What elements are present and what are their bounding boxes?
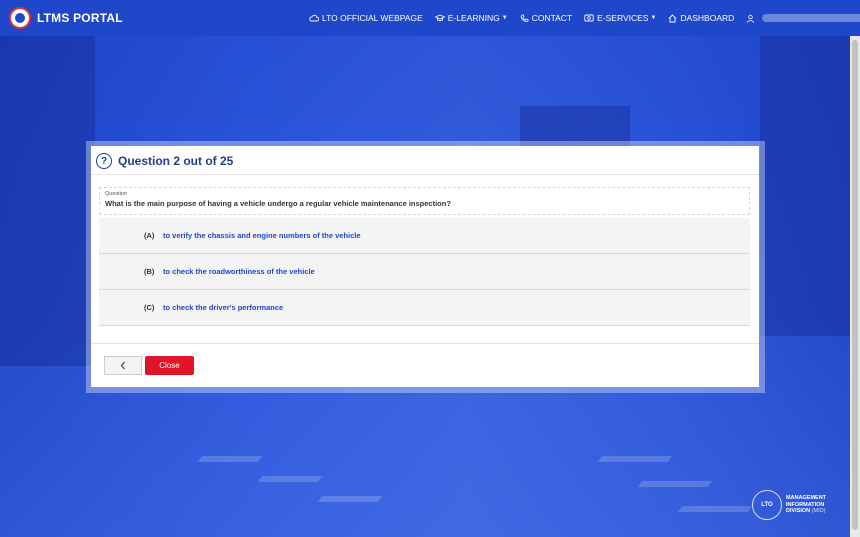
mid-badge-icon: LTO xyxy=(752,490,782,520)
nav-label: E-LEARNING xyxy=(447,13,500,23)
nav-label: E-SERVICES xyxy=(597,13,649,23)
chevron-left-icon xyxy=(120,361,125,370)
mid-line: MANAGEMENT xyxy=(786,495,827,502)
nav-user-account[interactable] xyxy=(746,14,860,23)
crosswalk-stripe xyxy=(637,481,713,487)
nav-e-learning[interactable]: E-LEARNING ▼ xyxy=(434,13,508,23)
nav-label: CONTACT xyxy=(531,13,573,23)
building-right xyxy=(760,36,850,336)
mid-abbr: (MID) xyxy=(811,508,826,515)
question-box: Question What is the main purpose of hav… xyxy=(99,187,750,215)
caret-down-icon: ▼ xyxy=(501,15,508,21)
choice-a[interactable]: (A) to verify the chassis and engine num… xyxy=(99,218,750,254)
header-divider xyxy=(91,174,759,175)
services-icon xyxy=(584,14,594,22)
graduation-cap-icon xyxy=(434,14,445,22)
nav-e-services[interactable]: E-SERVICES ▼ xyxy=(584,13,656,23)
scrollbar-thumb[interactable] xyxy=(852,40,858,530)
brand-title[interactable]: LTMS PORTAL xyxy=(37,11,123,25)
choice-letter: (A) xyxy=(144,231,155,240)
question-counter: Question 2 out of 25 xyxy=(118,154,234,168)
choice-text: to check the driver's performance xyxy=(163,303,284,312)
choice-letter: (C) xyxy=(144,303,155,312)
nav-menu: LTO OFFICIAL WEBPAGE E-LEARNING ▼ CONTAC… xyxy=(309,0,860,36)
cloud-icon xyxy=(309,14,319,22)
previous-question-button[interactable] xyxy=(104,356,142,375)
lto-logo[interactable] xyxy=(9,7,31,29)
crosswalk-stripe xyxy=(677,506,753,512)
user-icon xyxy=(746,14,755,23)
nav-contact[interactable]: CONTACT xyxy=(520,13,572,23)
crosswalk-stripe xyxy=(317,496,383,502)
building-left xyxy=(0,36,95,366)
nav-label: LTO OFFICIAL WEBPAGE xyxy=(322,13,423,23)
home-icon xyxy=(669,13,677,22)
footer-divider xyxy=(91,343,759,344)
page-scrollbar[interactable] xyxy=(850,36,860,537)
mid-text: MANAGEMENT INFORMATION DIVISION (MID) xyxy=(786,495,826,515)
choice-b[interactable]: (B) to check the roadworthiness of the v… xyxy=(99,254,750,290)
top-navbar: LTMS PORTAL LTO OFFICIAL WEBPAGE E-LEARN… xyxy=(0,0,860,36)
crosswalk-stripe xyxy=(257,476,323,482)
nav-dashboard[interactable]: DASHBOARD xyxy=(668,13,734,23)
mid-line: DIVISION xyxy=(786,508,811,515)
nav-lto-official-webpage[interactable]: LTO OFFICIAL WEBPAGE xyxy=(309,13,423,23)
choice-text: to verify the chassis and engine numbers… xyxy=(163,231,361,240)
crosswalk-stripe xyxy=(197,456,263,462)
question-mark-icon: ? xyxy=(96,153,112,169)
phone-icon xyxy=(520,14,529,22)
question-label: Question xyxy=(105,191,128,197)
choice-letter: (B) xyxy=(144,267,155,276)
question-modal: ? Question 2 out of 25 Question What is … xyxy=(91,146,759,387)
choice-c[interactable]: (C) to check the driver's performance xyxy=(99,290,750,326)
modal-header: ? Question 2 out of 25 xyxy=(96,151,233,171)
mid-logo: LTO MANAGEMENT INFORMATION DIVISION (MID… xyxy=(752,490,826,520)
choice-text: to check the roadworthiness of the vehic… xyxy=(163,267,315,276)
user-name-redacted xyxy=(762,14,860,22)
caret-down-icon: ▼ xyxy=(650,15,657,21)
close-button[interactable]: Close xyxy=(145,356,194,375)
question-text: What is the main purpose of having a veh… xyxy=(105,199,451,208)
nav-label: DASHBOARD xyxy=(680,13,735,23)
crosswalk-stripe xyxy=(597,456,673,462)
